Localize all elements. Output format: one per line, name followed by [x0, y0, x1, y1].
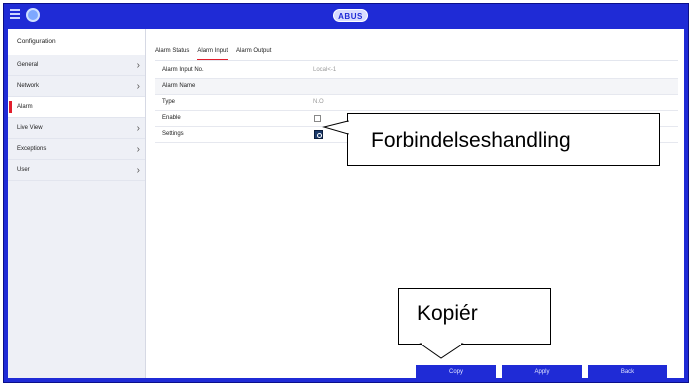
copy-callout-pointer: [419, 343, 464, 359]
settings-callout-pointer: [322, 120, 349, 135]
callout-pointers: [322, 120, 464, 359]
